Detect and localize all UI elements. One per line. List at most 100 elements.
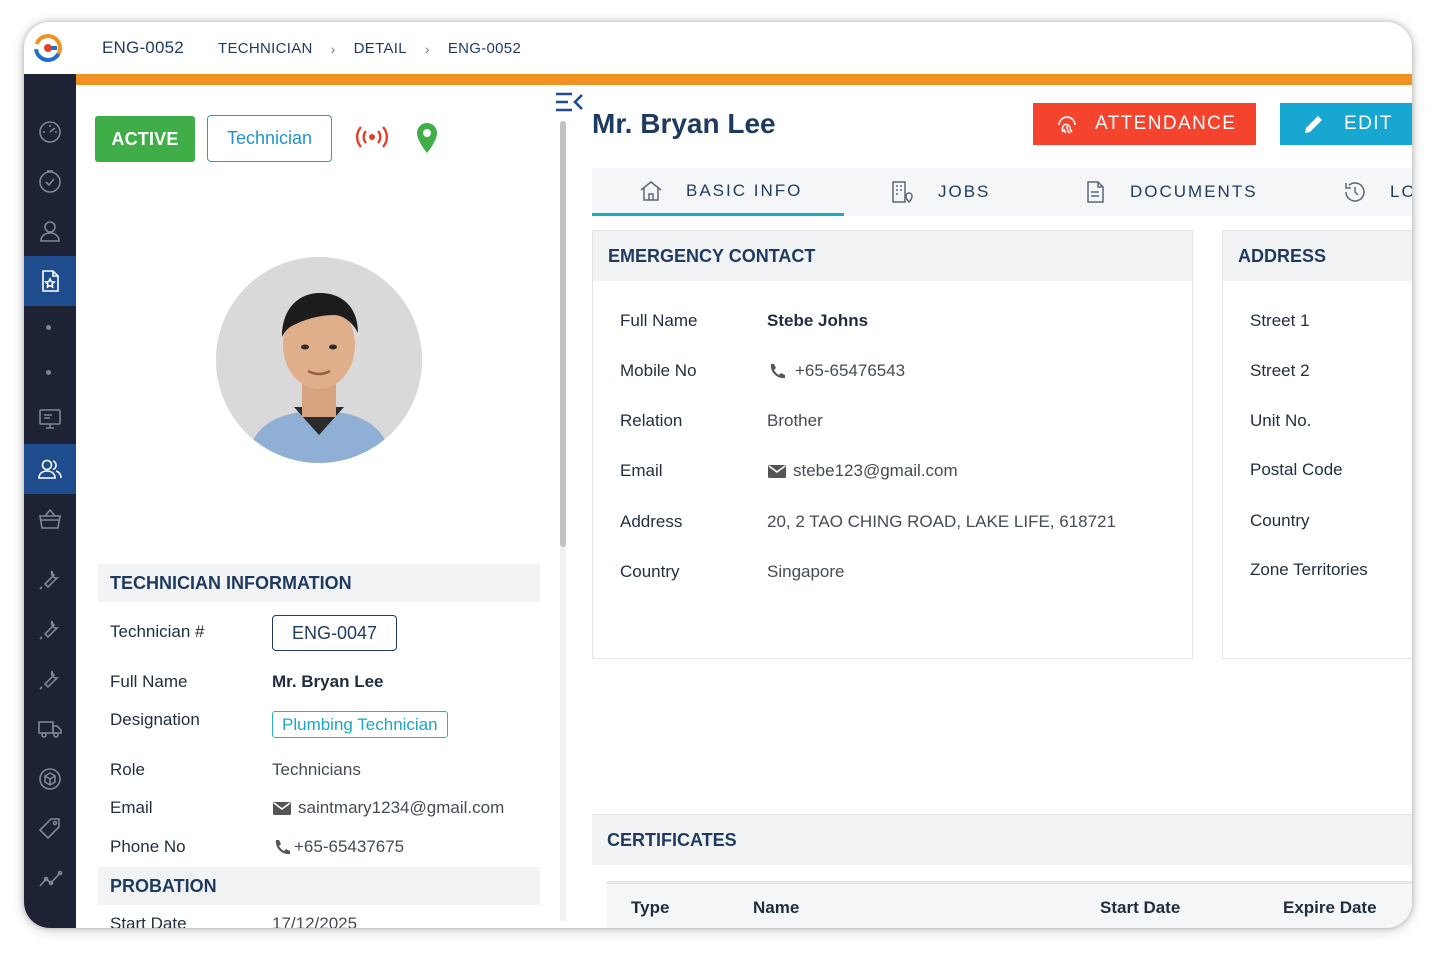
col-name[interactable]: Name [753,898,799,918]
sidebar-item-tools-1[interactable] [24,554,76,604]
edit-button[interactable]: EDIT [1280,103,1412,145]
technician-no-label: Technician # [110,622,205,641]
phone-label: Phone No [110,837,186,856]
full-name-value: Mr. Bryan Lee [272,672,384,691]
type-badge: Technician [207,115,332,162]
location-pin-icon[interactable] [413,121,441,155]
accent-bar [76,74,1412,85]
sidebar-item-reports[interactable] [24,854,76,904]
sidebar-item-monitor[interactable] [24,394,76,444]
sidebar-item-inventory[interactable] [24,754,76,804]
breadcrumb-technician[interactable]: TECHNICIAN [218,40,313,57]
chevron-right-icon: › [424,40,430,57]
scrollbar-thumb[interactable] [560,121,566,547]
ec-address-label: Address [620,512,683,531]
record-id: ENG-0052 [102,38,184,57]
tab-jobs[interactable]: JOBS [890,168,990,216]
tab-documents[interactable]: DOCUMENTS [1082,168,1258,216]
breadcrumb-current: ENG-0052 [447,40,522,57]
timer-check-icon [39,170,61,193]
phone-icon [275,840,290,855]
col-type[interactable]: Type [631,898,669,918]
address-street-2-label: Street 2 [1250,361,1310,380]
status-badge: ACTIVE [95,116,195,162]
truck-icon [38,721,62,738]
address-unit-label: Unit No. [1250,411,1312,430]
sidebar-item-delivery[interactable] [24,704,76,754]
document-star-icon [42,270,59,292]
email-value[interactable]: saintmary1234@gmail.com [272,798,504,818]
certificates-card: CERTIFICATES Type Name Start Date Expire… [592,814,1412,928]
tab-basic-info[interactable]: BASIC INFO [592,168,844,216]
attendance-button[interactable]: ATTENDANCE [1033,103,1256,145]
emergency-contact-heading: EMERGENCY CONTACT [593,231,1192,281]
ec-country-value: Singapore [767,562,845,581]
ec-mobile-label: Mobile No [620,361,697,380]
tab-jobs-label: JOBS [938,182,991,201]
chart-line-icon [39,870,63,887]
pencil-icon [1305,116,1322,133]
mail-icon [768,465,786,478]
monitor-icon [39,409,61,429]
address-heading: ADDRESS [1223,231,1412,281]
page-title: Mr. Bryan Lee [592,108,776,139]
sidebar-item-profile[interactable] [24,206,76,256]
phone-text: +65-65437675 [294,837,405,856]
phone-value[interactable]: +65-65437675 [272,837,404,857]
sidebar-subitem-dot[interactable] [46,325,51,330]
ec-address-value: 20, 2 TAO CHING ROAD, LAKE LIFE, 618721 [767,512,1116,531]
sidebar-item-timesheet[interactable] [24,156,76,206]
address-street-1-label: Street 1 [1250,311,1310,330]
designation-chip: Plumbing Technician [272,711,448,738]
dashboard-gauge-icon [39,121,61,143]
sidebar-item-tools-3[interactable] [24,654,76,704]
app-logo-icon[interactable] [32,32,64,64]
address-card: ADDRESS Street 1 Street 2 Unit No. Posta… [1222,230,1412,659]
ec-email-text: stebe123@gmail.com [793,461,958,480]
ec-mobile-value[interactable]: +65-65476543 [767,361,905,381]
sidebar-item-pricing[interactable] [24,804,76,854]
sidebar-item-technicians[interactable] [24,444,76,494]
box-icon [39,768,61,790]
section-probation: PROBATION [98,867,540,905]
ec-country-label: Country [620,562,680,581]
document-icon [1087,181,1104,203]
col-expire-date[interactable]: Expire Date [1283,898,1377,918]
attendance-button-label: ATTENDANCE [1095,113,1237,134]
address-zone-label: Zone Territories [1250,560,1368,579]
start-date-value: 17/12/2025 [272,914,358,928]
section-technician-information: TECHNICIAN INFORMATION [98,564,540,602]
tab-logs[interactable]: LO [1342,168,1412,216]
edit-button-label: EDIT [1344,113,1393,134]
breadcrumb: TECHNICIAN › DETAIL › ENG-0052 [218,40,521,57]
users-icon [38,459,62,479]
sidebar-item-dashboard[interactable] [24,106,76,156]
wrench-icon [39,620,60,640]
sidebar-item-orders[interactable] [24,494,76,544]
ec-relation-value: Brother [767,411,823,430]
email-text: saintmary1234@gmail.com [298,798,505,817]
address-postal-label: Postal Code [1250,460,1343,479]
building-pin-icon [892,181,913,204]
broadcast-signal-icon[interactable] [355,123,389,151]
technician-summary-panel: ACTIVE Technician TECHNICIAN INFORMATION… [76,85,583,928]
role-value: Technicians [272,760,361,779]
wrench-icon [39,570,60,590]
breadcrumb-detail[interactable]: DETAIL [354,40,407,57]
fingerprint-icon [1058,116,1076,134]
col-start-date[interactable]: Start Date [1100,898,1180,918]
collapse-menu-icon[interactable] [554,89,584,115]
sidebar-item-tools-2[interactable] [24,604,76,654]
tab-basic-info-label: BASIC INFO [686,180,803,200]
sidebar-subitem-dot[interactable] [46,370,51,375]
home-icon [640,180,662,201]
sidebar [24,74,76,928]
emergency-contact-card: EMERGENCY CONTACT Full Name Stebe Johns … [592,230,1193,659]
ec-email-value[interactable]: stebe123@gmail.com [767,461,958,481]
wrench-icon [39,670,60,690]
sidebar-item-contracts[interactable] [24,256,76,306]
full-name-label: Full Name [110,672,188,691]
ec-relation-label: Relation [620,411,683,430]
tab-logs-label: LO [1390,182,1412,201]
phone-icon [770,364,785,379]
